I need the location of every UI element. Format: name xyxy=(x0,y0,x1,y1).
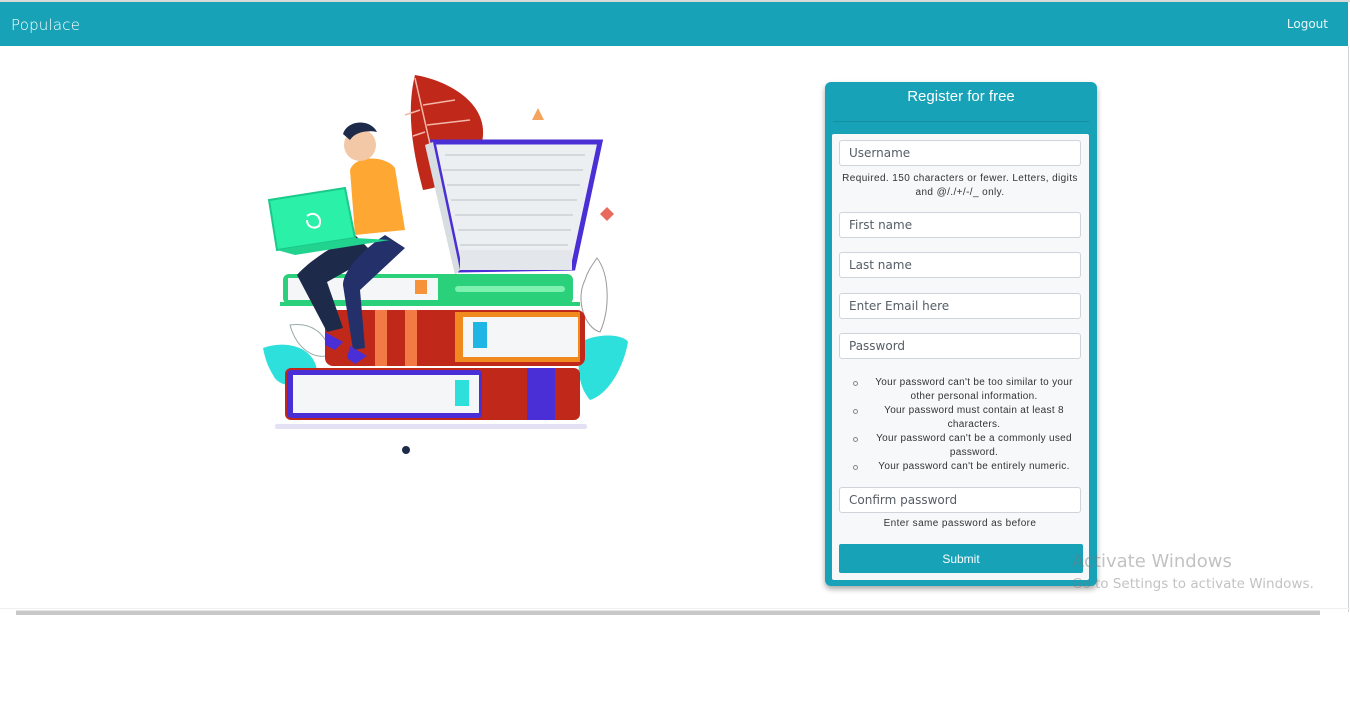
username-input[interactable] xyxy=(839,140,1081,166)
last-name-input[interactable] xyxy=(839,252,1081,278)
username-help: Required. 150 characters or fewer. Lette… xyxy=(842,173,1078,198)
password-input[interactable] xyxy=(839,333,1081,359)
ground-shadow xyxy=(275,424,587,429)
diamond-accent xyxy=(600,207,614,221)
bookmark-orange xyxy=(415,280,427,294)
submit-button[interactable]: Submit xyxy=(839,544,1083,573)
brand-link[interactable]: Populace xyxy=(11,16,80,34)
carousel-dot[interactable] xyxy=(402,446,410,454)
horizontal-scrollbar[interactable] xyxy=(16,610,1320,615)
register-form: Required. 150 characters or fewer. Lette… xyxy=(832,134,1089,580)
watermark-title: Activate Windows xyxy=(1072,551,1232,572)
logout-link[interactable]: Logout xyxy=(1287,17,1328,31)
red-book-band-2 xyxy=(405,310,417,366)
password-rule: Your password can't be too similar to yo… xyxy=(839,376,1081,404)
bottom-book-band xyxy=(527,368,555,420)
card-divider xyxy=(833,121,1089,122)
password-rule: Your password can't be entirely numeric. xyxy=(839,460,1081,474)
bullet-icon xyxy=(853,465,858,470)
triangle-accent xyxy=(532,108,544,120)
red-book-band xyxy=(375,310,387,366)
password-rules-list: Your password can't be too similar to yo… xyxy=(839,376,1081,474)
bottom-book-pages xyxy=(293,375,479,413)
password-rule: Your password can't be a commonly used p… xyxy=(839,432,1081,460)
bookmark-blue xyxy=(473,322,487,348)
watermark-subtitle: Go to Settings to activate Windows. xyxy=(1072,576,1314,592)
green-book-stripe xyxy=(455,286,565,292)
page-edge xyxy=(1348,46,1349,612)
bullet-icon xyxy=(853,381,858,386)
person-shirt xyxy=(350,158,405,235)
bullet-icon xyxy=(853,409,858,414)
register-title: Register for free xyxy=(907,88,1015,105)
student-books-illustration xyxy=(263,75,628,454)
teal-leaf-right xyxy=(578,335,628,400)
navbar: Populace Logout xyxy=(0,2,1348,46)
first-name-input[interactable] xyxy=(839,212,1081,238)
confirm-password-input[interactable] xyxy=(839,487,1081,513)
confirm-help: Enter same password as before xyxy=(883,518,1037,529)
open-book-base xyxy=(460,250,572,270)
register-card: Register for free Required. 150 characte… xyxy=(825,82,1097,586)
password-rule: Your password must contain at least 8 ch… xyxy=(839,404,1081,432)
page-bottom-line xyxy=(0,608,1350,609)
email-input[interactable] xyxy=(839,293,1081,319)
bullet-icon xyxy=(853,437,858,442)
activate-windows-watermark: Activate Windows Go to Settings to activ… xyxy=(1072,551,1314,592)
bookmark-teal xyxy=(455,380,469,406)
